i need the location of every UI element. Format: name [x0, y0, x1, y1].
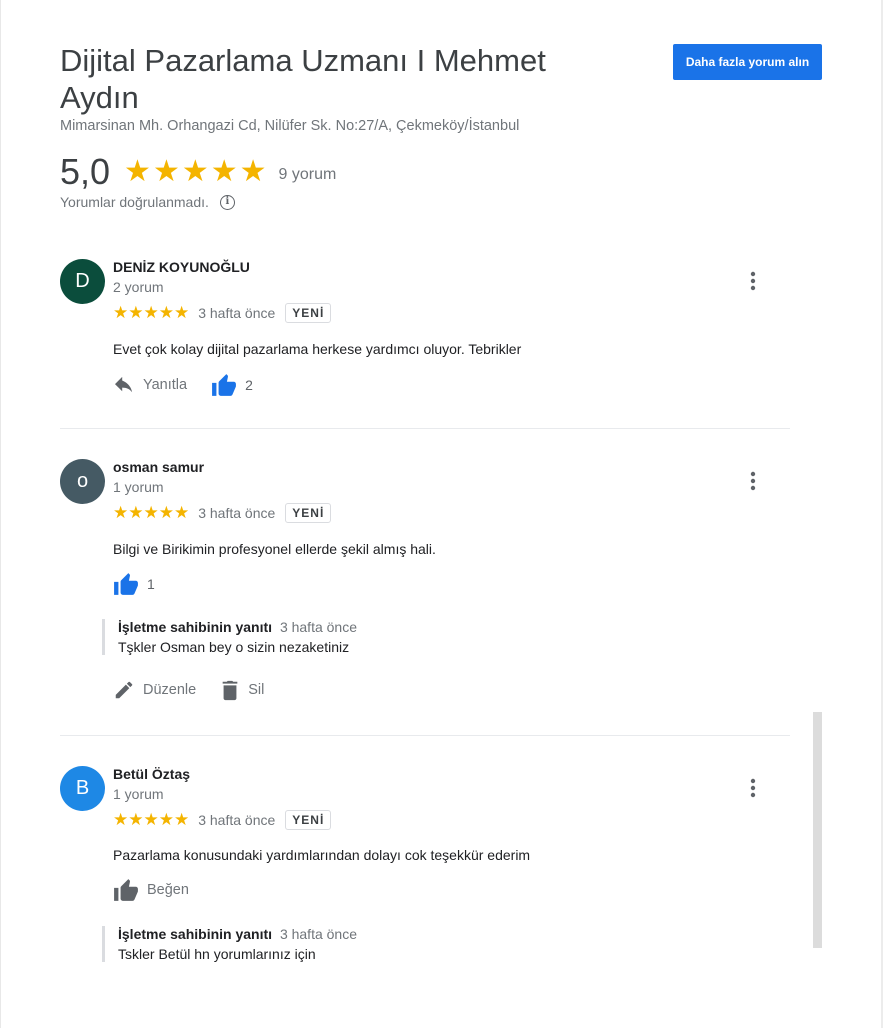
reviewer-name[interactable]: DENİZ KOYUNOĞLU [113, 259, 250, 275]
like-button[interactable]: Beğen [113, 878, 189, 902]
scrollbar[interactable] [813, 712, 822, 948]
review-text: Bilgi ve Birikimin profesyonel ellerde ş… [113, 541, 436, 557]
like-count: 1 [147, 576, 155, 592]
avatar[interactable]: D [60, 259, 105, 304]
review-card: B Betül Öztaş 1 yorum ★★★★★ 3 hafta önce… [60, 766, 790, 986]
rating-stars: ★★★★★ [124, 155, 269, 188]
avatar[interactable]: o [60, 459, 105, 504]
new-badge: YENİ [285, 303, 332, 323]
info-icon[interactable]: i [219, 194, 235, 210]
rating-summary: 5,0 ★★★★★ 9 yorum [60, 150, 336, 194]
delete-button[interactable]: Sil [220, 679, 264, 701]
review-stars: ★★★★★ [113, 810, 190, 829]
more-vert-icon[interactable] [744, 469, 762, 493]
review-meta: ★★★★★ 3 hafta önce YENİ [113, 303, 332, 323]
business-title: Dijital Pazarlama Uzmanı I Mehmet Aydın [60, 43, 546, 115]
review-divider [60, 428, 790, 429]
new-badge: YENİ [285, 810, 332, 830]
review-date: 3 hafta önce [198, 305, 276, 321]
owner-reply-header: İşletme sahibinin yanıtı 3 hafta önce [118, 926, 678, 942]
reply-icon [115, 376, 133, 393]
review-text: Evet çok kolay dijital pazarlama herkese… [113, 341, 522, 357]
new-badge: YENİ [285, 503, 332, 523]
business-address: Mimarsinan Mh. Orhangazi Cd, Nilüfer Sk.… [60, 118, 520, 134]
thumb-up-icon [114, 573, 138, 595]
review-meta: ★★★★★ 3 hafta önce YENİ [113, 810, 332, 830]
like-label: Beğen [147, 882, 189, 898]
review-divider [60, 735, 790, 736]
review-meta: ★★★★★ 3 hafta önce YENİ [113, 503, 332, 523]
like-button[interactable]: 1 [113, 572, 155, 596]
review-actions: 1 [113, 572, 179, 596]
review-date: 3 hafta önce [198, 812, 276, 828]
reply-label: Yanıtla [143, 377, 188, 393]
trash-icon [222, 680, 238, 701]
pencil-icon [115, 681, 133, 699]
thumb-up-icon [212, 374, 236, 396]
review-actions: Beğen [113, 878, 213, 902]
edit-button[interactable]: Düzenle [113, 679, 196, 701]
avatar[interactable]: B [60, 766, 105, 811]
reviewer-review-count: 2 yorum [113, 279, 164, 295]
verification-note: Yorumlar doğrulanmadı. i [60, 194, 235, 210]
review-text: Pazarlama konusundaki yardımlarından dol… [113, 847, 531, 863]
reply-button[interactable]: Yanıtla [113, 376, 187, 394]
owner-reply-date: 3 hafta önce [279, 926, 357, 942]
owner-reply-text: Tşkler Osman bey o sizin nezaketiniz [118, 639, 350, 655]
owner-reply: İşletme sahibinin yanıtı 3 hafta önce Ts… [102, 926, 678, 962]
like-button[interactable]: 2 [211, 373, 253, 397]
owner-reply: İşletme sahibinin yanıtı 3 hafta önce Tş… [102, 619, 678, 655]
review-actions: Yanıtla 2 [113, 373, 277, 397]
verification-note-text: Yorumlar doğrulanmadı. [60, 194, 209, 210]
owner-reply-date: 3 hafta önce [279, 619, 357, 635]
reviewer-name[interactable]: Betül Öztaş [113, 766, 190, 782]
owner-reply-title: İşletme sahibinin yanıtı [118, 619, 273, 635]
review-date: 3 hafta önce [198, 505, 276, 521]
owner-reply-title: İşletme sahibinin yanıtı [118, 926, 273, 942]
left-edge [0, 0, 1, 1028]
more-vert-icon[interactable] [744, 776, 762, 800]
review-card: o osman samur 1 yorum ★★★★★ 3 hafta önce… [60, 459, 790, 719]
get-more-reviews-button[interactable]: Daha fazla yorum alın [673, 44, 822, 80]
delete-label: Sil [248, 682, 265, 698]
more-vert-icon[interactable] [744, 269, 762, 293]
owner-reply-actions: Düzenle Sil [113, 679, 288, 701]
reviewer-review-count: 1 yorum [113, 479, 164, 495]
owner-reply-header: İşletme sahibinin yanıtı 3 hafta önce [118, 619, 678, 635]
review-stars: ★★★★★ [113, 303, 190, 322]
owner-reply-text: Tskler Betül hn yorumlarınız için [118, 946, 316, 962]
rating-value: 5,0 [60, 151, 111, 192]
review-stars: ★★★★★ [113, 503, 190, 522]
thumb-up-icon [114, 879, 138, 901]
edit-label: Düzenle [143, 682, 197, 698]
review-count[interactable]: 9 yorum [279, 160, 337, 184]
like-count: 2 [245, 377, 253, 393]
reviewer-review-count: 1 yorum [113, 786, 164, 802]
reviewer-name[interactable]: osman samur [113, 459, 204, 475]
review-card: D DENİZ KOYUNOĞLU 2 yorum ★★★★★ 3 hafta … [60, 259, 790, 409]
